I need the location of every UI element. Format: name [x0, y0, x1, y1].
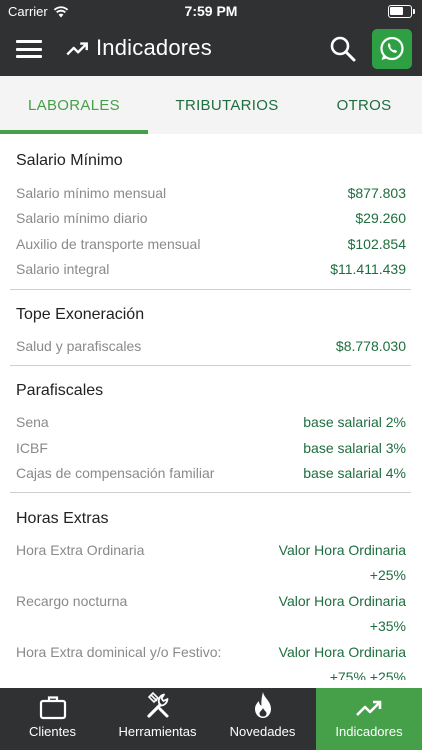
row-label: Recargo nocturna	[16, 593, 128, 609]
trending-up-icon	[66, 42, 88, 56]
row-value: Valor Hora Ordinaria	[278, 593, 406, 609]
nav-label: Indicadores	[335, 724, 403, 739]
list-item: Auxilio de transporte mensual $102.854	[16, 236, 406, 252]
indicators-list[interactable]: Salario Mínimo Salario mínimo mensual $8…	[0, 134, 422, 680]
row-label: Salario mínimo diario	[16, 210, 148, 226]
nav-label: Clientes	[29, 724, 76, 739]
list-item: Hora Extra dominical y/o Festivo: Valor …	[16, 644, 406, 660]
row-value: $102.854	[347, 236, 406, 252]
list-item: Salario mínimo diario $29.260	[16, 210, 406, 226]
nav-herramientas[interactable]: Herramientas	[105, 688, 210, 750]
battery-icon	[388, 5, 415, 18]
list-item: Recargo nocturna Valor Hora Ordinaria	[16, 593, 406, 609]
row-label: Salario integral	[16, 261, 110, 277]
bottom-navigation: Clientes Herramientas Novedades Indicado…	[0, 688, 422, 750]
app-bar: Indicadores	[0, 24, 422, 76]
section-title-horas: Horas Extras	[16, 510, 109, 527]
row-label: Auxilio de transporte mensual	[16, 236, 201, 252]
row-label: Cajas de compensación familiar	[16, 465, 215, 481]
row-label: Salario mínimo mensual	[16, 185, 167, 201]
list-item: Hora Extra Ordinaria Valor Hora Ordinari…	[16, 542, 406, 558]
divider	[10, 289, 411, 290]
nav-clientes[interactable]: Clientes	[0, 688, 105, 750]
row-value: $29.260	[355, 210, 406, 226]
divider	[10, 492, 411, 493]
status-time: 7:59 PM	[184, 3, 238, 19]
search-icon[interactable]	[328, 34, 358, 64]
row-value: base salarial 3%	[303, 440, 406, 456]
flame-icon	[254, 692, 271, 718]
trending-up-icon	[356, 700, 382, 716]
section-title-parafiscales: Parafiscales	[16, 382, 104, 399]
tab-laborales[interactable]: LABORALES	[0, 76, 148, 134]
row-value: Valor Hora Ordinaria	[278, 542, 406, 558]
tab-bar: LABORALES TRIBUTARIOS OTROS	[0, 76, 422, 134]
tab-tributarios[interactable]: TRIBUTARIOS	[148, 76, 306, 134]
row-label: Hora Extra Ordinaria	[16, 542, 145, 558]
list-item: Salario mínimo mensual $877.803	[16, 185, 406, 201]
list-item: Cajas de compensación familiar base sala…	[16, 465, 406, 481]
section-title-salario: Salario Mínimo	[16, 152, 123, 169]
row-value: $8.778.030	[335, 338, 406, 354]
row-label: Salud y parafiscales	[16, 338, 142, 354]
row-value: +75% +25%	[329, 669, 406, 680]
list-item: ICBF base salarial 3%	[16, 440, 406, 456]
page-title: Indicadores	[96, 35, 212, 60]
row-label: Sena	[16, 414, 49, 430]
row-value: $11.411.439	[330, 261, 406, 277]
tools-icon	[146, 691, 168, 718]
row-value: $877.803	[347, 185, 406, 201]
nav-novedades[interactable]: Novedades	[210, 688, 315, 750]
row-value: +25%	[369, 567, 406, 583]
tab-otros[interactable]: OTROS	[306, 76, 422, 134]
row-label: Hora Extra dominical y/o Festivo:	[16, 644, 222, 660]
row-value: base salarial 4%	[303, 465, 406, 481]
nav-indicadores[interactable]: Indicadores	[316, 688, 422, 750]
row-value: Valor Hora Ordinaria	[278, 644, 406, 660]
list-item: Sena base salarial 2%	[16, 414, 406, 430]
menu-icon[interactable]	[16, 37, 42, 61]
whatsapp-button[interactable]	[372, 29, 412, 69]
row-label: ICBF	[16, 440, 48, 456]
nav-label: Herramientas	[118, 724, 197, 739]
nav-label: Novedades	[229, 724, 296, 739]
briefcase-icon	[39, 696, 66, 720]
list-item: Salario integral $11.411.439	[16, 261, 406, 277]
status-bar: Carrier 7:59 PM	[0, 0, 422, 24]
divider	[10, 365, 411, 366]
row-value: base salarial 2%	[303, 414, 406, 430]
whatsapp-icon	[380, 36, 404, 61]
list-item: Salud y parafiscales $8.778.030	[16, 338, 406, 354]
row-value: +35%	[369, 618, 406, 634]
section-title-tope: Tope Exoneración	[16, 306, 145, 323]
